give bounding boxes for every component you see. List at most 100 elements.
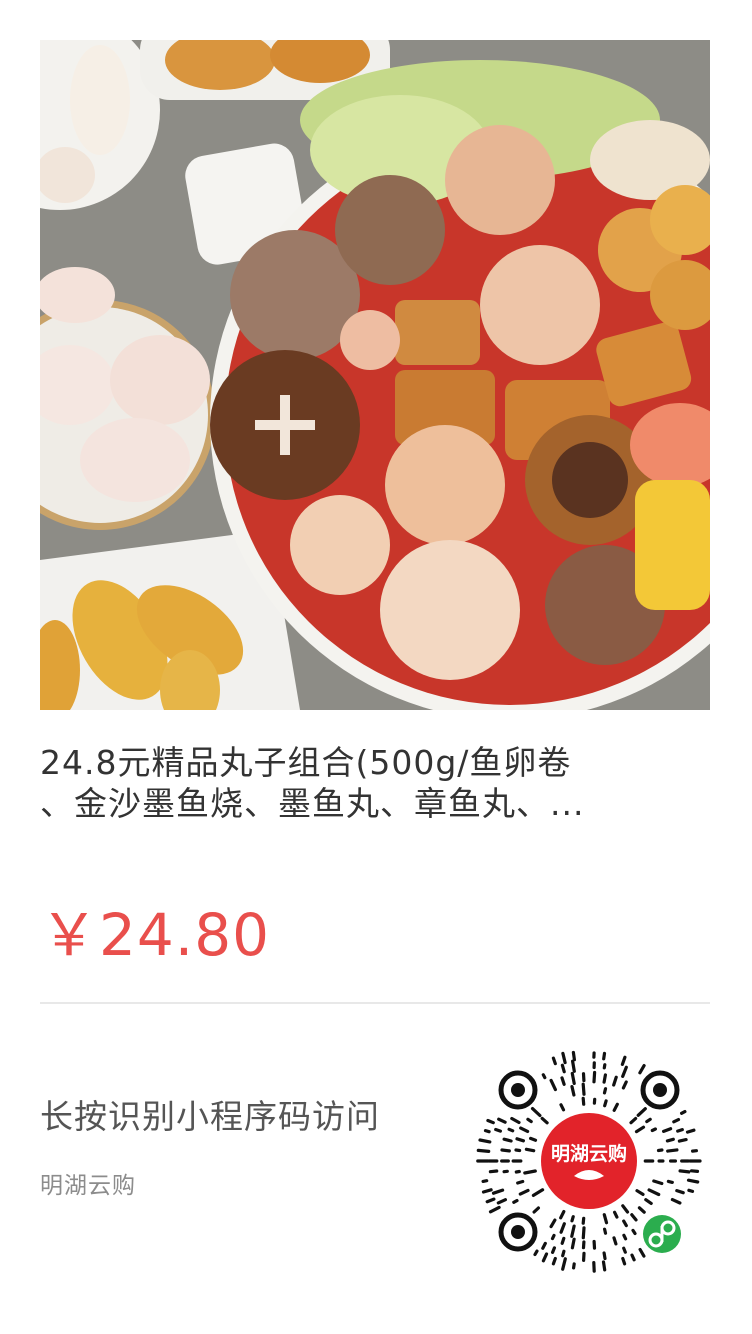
wechat-miniprogram-icon — [640, 1212, 684, 1256]
qr-dot — [494, 1127, 502, 1133]
qr-dot — [476, 1148, 491, 1154]
qr-dot — [612, 1075, 618, 1087]
qr-dot — [491, 1188, 505, 1195]
qr-dot — [478, 1138, 492, 1144]
qr-dot — [678, 1169, 691, 1174]
qr-dot — [670, 1198, 682, 1205]
qr-dot — [630, 1253, 636, 1262]
qr-dot — [638, 1064, 646, 1075]
qr-dot — [629, 1116, 638, 1125]
qr-dot — [602, 1063, 607, 1070]
qr-dot — [496, 1198, 507, 1205]
qr-dot — [530, 1106, 542, 1118]
qr-dot — [645, 1117, 652, 1124]
qr-dot — [636, 1107, 647, 1117]
qr-dot — [675, 1189, 685, 1195]
qr-dot — [656, 1148, 664, 1153]
qr-dot — [602, 1251, 607, 1261]
qr-dot — [549, 1078, 558, 1092]
qr-dot — [638, 1247, 646, 1258]
qr-dot — [662, 1127, 673, 1134]
qr-dot — [550, 1246, 557, 1254]
qr-dot — [514, 1169, 521, 1174]
qr-dot — [685, 1128, 696, 1134]
qr-dot — [488, 1205, 501, 1214]
qr-dot — [500, 1148, 511, 1153]
qr-dot — [481, 1179, 489, 1183]
product-price: ￥24.80 — [40, 901, 271, 969]
qr-dot — [526, 1117, 533, 1124]
qr-dot — [528, 1136, 538, 1142]
mini-program-code[interactable]: 明湖云购 — [474, 1046, 704, 1276]
qr-dot — [549, 1218, 557, 1229]
qr-dot — [507, 1127, 515, 1133]
qr-dot — [637, 1206, 646, 1214]
qr-dot — [531, 1188, 545, 1197]
qr-dot — [502, 1137, 513, 1143]
qr-center-label: 明湖云购 — [551, 1142, 627, 1165]
qr-dot — [570, 1224, 576, 1238]
qr-dot — [687, 1188, 695, 1193]
qr-dot — [559, 1222, 566, 1234]
qr-dot — [647, 1188, 661, 1197]
qr-dot — [561, 1249, 566, 1258]
qr-dot — [602, 1051, 607, 1061]
qr-dot — [550, 1233, 556, 1241]
qr-dot — [603, 1099, 608, 1108]
qr-dot — [612, 1236, 618, 1246]
qr-dot — [486, 1118, 495, 1125]
qr-dot — [561, 1051, 567, 1065]
qr-dot — [515, 1137, 526, 1143]
qr-dot — [518, 1188, 530, 1196]
qr-dot — [621, 1256, 627, 1266]
qr-dot — [581, 1226, 586, 1240]
qr-dot — [602, 1087, 608, 1095]
qr-dot — [650, 1127, 657, 1133]
qr-dot — [560, 1236, 566, 1245]
qr-dot — [621, 1080, 628, 1090]
qr-finder-bottom-left — [498, 1212, 538, 1252]
qr-dot — [602, 1073, 607, 1084]
qr-dot — [622, 1233, 628, 1241]
qr-dot — [540, 1116, 549, 1125]
qr-dot — [666, 1148, 679, 1153]
qr-dot — [523, 1169, 537, 1175]
scan-hint-text: 长按识别小程序码访问 — [40, 1097, 380, 1136]
qr-dot — [621, 1204, 630, 1214]
qr-dot — [677, 1137, 688, 1143]
qr-dot — [516, 1179, 525, 1185]
divider — [40, 1002, 710, 1004]
qr-dot — [559, 1103, 566, 1112]
product-title-line-1: 24.8元精品丸子组合(500g/鱼卵卷 — [40, 743, 572, 782]
qr-dot — [483, 1128, 491, 1134]
qr-dot — [551, 1256, 557, 1266]
qr-dot — [570, 1215, 575, 1223]
qr-dot — [533, 1249, 539, 1257]
qr-dot — [541, 1241, 547, 1250]
qr-dot — [570, 1084, 576, 1097]
qr-dot — [481, 1188, 493, 1194]
qr-dot — [514, 1148, 522, 1153]
qr-dot — [680, 1109, 687, 1115]
qr-dot — [541, 1073, 547, 1080]
qr-dot — [581, 1082, 586, 1096]
qr-dot — [601, 1260, 607, 1272]
qr-finder-top-left — [498, 1070, 538, 1110]
qr-dot — [581, 1216, 586, 1225]
qr-dot — [602, 1213, 609, 1225]
qr-dot — [672, 1117, 681, 1124]
qr-dot — [560, 1076, 566, 1086]
qr-dot — [561, 1257, 567, 1271]
qr-dot — [571, 1262, 576, 1270]
qr-dot — [592, 1070, 597, 1084]
product-image[interactable] — [40, 40, 710, 710]
qr-dot — [686, 1178, 700, 1184]
qr-dot — [571, 1050, 577, 1062]
qr-dot — [485, 1197, 496, 1204]
qr-dot — [519, 1126, 530, 1134]
qr-dot — [621, 1065, 628, 1078]
product-title-line-2: 、金沙墨鱼烧、墨鱼丸、章鱼丸、... — [40, 784, 585, 823]
qr-dot — [560, 1063, 566, 1074]
product-title[interactable]: 24.8元精品丸子组合(500g/鱼卵卷 、金沙墨鱼烧、墨鱼丸、章鱼丸、... — [40, 742, 710, 824]
qr-dot — [666, 1179, 674, 1184]
